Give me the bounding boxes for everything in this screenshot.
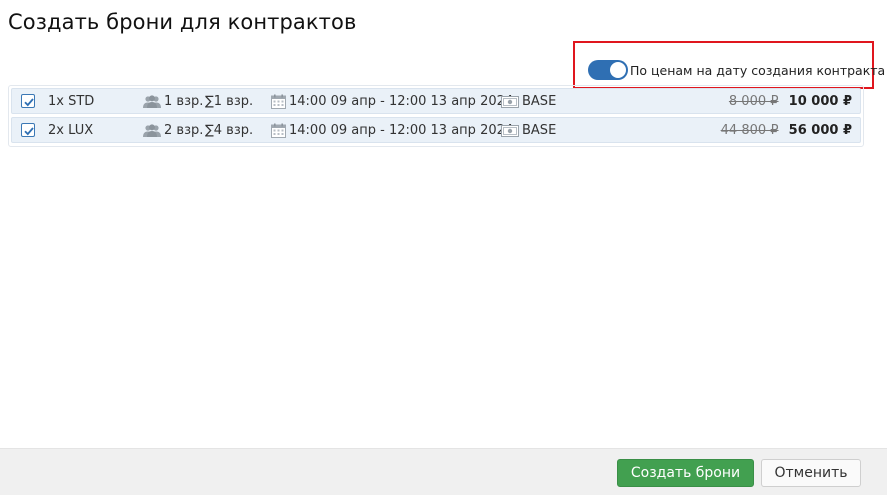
list-item[interactable]: 2x LUX 2 взр. ∑4 взр. 14:00 09 апр - 12:…: [11, 117, 861, 143]
date-range: 14:00 09 апр - 12:00 13 апр 2024: [289, 123, 514, 138]
date-range: 14:00 09 апр - 12:00 13 апр 2024: [289, 94, 514, 109]
old-price: 8 000 ₽: [728, 94, 779, 109]
dialog-title: Создать брони для контрактов: [8, 10, 357, 34]
toggle-knob: [610, 62, 626, 78]
row-checkbox[interactable]: [21, 94, 35, 108]
create-bookings-button[interactable]: Создать брони: [617, 459, 754, 487]
price-mode-toggle[interactable]: [588, 60, 628, 80]
guests-count: 2 взр.: [164, 123, 204, 138]
guests: 2 взр.: [143, 123, 203, 138]
guests: 1 взр.: [143, 94, 203, 109]
check-icon: [24, 127, 34, 136]
calendar-icon: [271, 123, 286, 138]
calendar-icon: [271, 94, 286, 109]
dates: 14:00 09 апр - 12:00 13 апр 2024: [271, 94, 513, 109]
room-name: 2x LUX: [48, 123, 94, 138]
guests-icon: [143, 123, 161, 137]
dialog-footer: Создать брони Отменить: [0, 448, 887, 495]
money-icon: [501, 124, 519, 137]
price: 8 000 ₽ 10 000 ₽: [729, 94, 852, 109]
guests-sum: ∑4 взр.: [205, 123, 254, 138]
row-checkbox[interactable]: [21, 123, 35, 137]
current-price: 10 000 ₽: [788, 94, 852, 109]
room-name: 1x STD: [48, 94, 95, 109]
tariff-name: BASE: [522, 123, 557, 138]
cancel-button[interactable]: Отменить: [761, 459, 861, 487]
tariff: BASE: [501, 123, 556, 138]
dates: 14:00 09 апр - 12:00 13 апр 2024: [271, 123, 513, 138]
guests-count: 1 взр.: [164, 94, 204, 109]
bookings-list: 1x STD 1 взр. ∑1 взр. 14:00 09 апр - 12:…: [8, 85, 864, 147]
old-price: 44 800 ₽: [720, 123, 779, 138]
guests-sum: ∑1 взр.: [205, 94, 254, 109]
list-item[interactable]: 1x STD 1 взр. ∑1 взр. 14:00 09 апр - 12:…: [11, 88, 861, 114]
price-mode-toggle-label[interactable]: По ценам на дату создания контракта: [630, 63, 885, 78]
tariff-name: BASE: [522, 94, 557, 109]
money-icon: [501, 95, 519, 108]
guests-icon: [143, 94, 161, 108]
tariff: BASE: [501, 94, 556, 109]
current-price: 56 000 ₽: [788, 123, 852, 138]
price: 44 800 ₽ 56 000 ₽: [721, 123, 852, 138]
check-icon: [24, 98, 34, 107]
price-mode-toggle-group[interactable]: По ценам на дату создания контракта: [588, 60, 885, 80]
